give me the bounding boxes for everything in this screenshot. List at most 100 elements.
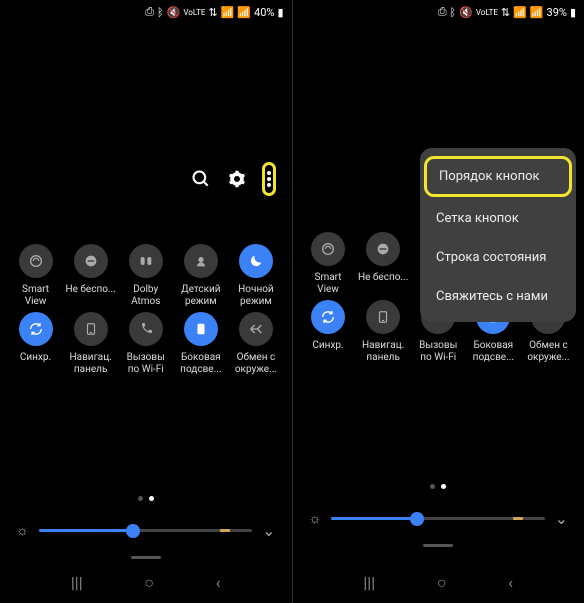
tile-label: Навигац. панель [65, 352, 116, 376]
recent-button[interactable]: ||| [71, 573, 83, 593]
wifi-icon: ⇅ [208, 6, 217, 19]
tile-label: Вызовы по Wi-Fi [413, 340, 464, 364]
brightness-control: ☼ ⌄ [10, 521, 282, 540]
nav-bar: ||| ○ ‹ [0, 567, 292, 599]
nav-icon [366, 300, 400, 334]
tile-sync[interactable]: Синхр. [10, 312, 61, 376]
dnd-icon [366, 232, 400, 266]
page-dot-active [149, 496, 154, 501]
tile-label: Синхр. [312, 340, 343, 352]
tile-nav[interactable]: Навигац. панель [358, 300, 409, 364]
tile-dnd[interactable]: Не беспо... [65, 244, 116, 308]
mute-icon: 🔇 [167, 6, 181, 19]
phone-left: ⎙ ᛒ 🔇 VoLTE ⇅ 📶 📶 40% ▮ Smart Vie [0, 0, 292, 603]
tile-kids[interactable]: Детский режим [175, 244, 226, 308]
status-icons: ⎙ ᛒ 🔇 VoLTE ⇅ 📶 📶 40% ▮ [145, 5, 283, 19]
cast-icon [311, 232, 345, 266]
recent-button[interactable]: ||| [363, 573, 375, 593]
signal-icon: 📶 [221, 6, 235, 19]
signal-icon: 📶 [237, 6, 251, 19]
chevron-down-icon[interactable]: ⌄ [555, 509, 568, 528]
bluetooth-icon: ᛒ [157, 6, 164, 19]
search-icon[interactable] [190, 168, 212, 190]
home-button[interactable]: ○ [144, 573, 154, 593]
menu-item-1[interactable]: Сетка кнопок [420, 199, 576, 238]
phone-right: ⎙ ᛒ 🔇 VoLTE ⇅ 📶 📶 39% ▮ Smart View Не бес… [293, 0, 584, 603]
tile-cast[interactable]: Smart View [303, 232, 354, 296]
page-dot [138, 496, 143, 501]
dnd-icon [74, 244, 108, 278]
brightness-icon: ☼ [309, 510, 322, 527]
volte-icon: VoLTE [183, 8, 205, 17]
battery-icon: ▮ [570, 6, 576, 19]
tile-label: Не беспо... [358, 272, 408, 284]
tile-dolby[interactable]: Dolby Atmos [120, 244, 171, 308]
cast-icon: ⎙ [438, 5, 447, 19]
tile-label: Ночной режим [230, 284, 281, 308]
tile-label: Боковая подсве... [468, 340, 519, 364]
tile-sync[interactable]: Синхр. [303, 300, 354, 364]
home-button[interactable]: ○ [437, 573, 447, 593]
drag-handle[interactable] [423, 544, 453, 547]
nav-bar: ||| ○ ‹ [293, 567, 584, 599]
battery-text: 39% [547, 6, 567, 19]
menu-item-0[interactable]: Порядок кнопок [424, 156, 572, 197]
kids-icon [184, 244, 218, 278]
wifi-call-icon [129, 312, 163, 346]
page-indicator [303, 484, 575, 489]
tile-cast[interactable]: Smart View [10, 244, 61, 308]
battery-text: 40% [254, 6, 274, 19]
tile-nav[interactable]: Навигац. панель [65, 312, 116, 376]
page-dot-active [441, 484, 446, 489]
tile-label: Smart View [10, 284, 61, 308]
signal-icon: 📶 [513, 6, 527, 19]
tiles-grid: Smart View Не беспо... Dolby AtmosДетский … [10, 244, 282, 376]
overflow-menu: Порядок кнопокСетка кнопокСтрока состоян… [420, 148, 576, 322]
chevron-down-icon[interactable]: ⌄ [262, 521, 275, 540]
status-icons: ⎙ ᛒ 🔇 VoLTE ⇅ 📶 📶 39% ▮ [438, 5, 576, 19]
tile-label: Детский режим [175, 284, 226, 308]
share-icon [239, 312, 273, 346]
tile-edge[interactable]: Боковая подсве... [175, 312, 226, 376]
battery-icon: ▮ [277, 6, 283, 19]
page-dot [430, 484, 435, 489]
gear-icon[interactable] [226, 168, 248, 190]
tile-label: Обмен с окруже... [230, 352, 281, 376]
nav-icon [74, 312, 108, 346]
tile-wifi-call[interactable]: Вызовы по Wi-Fi [120, 312, 171, 376]
tile-share[interactable]: Обмен с окруже... [230, 312, 281, 376]
tile-label: Синхр. [20, 352, 51, 364]
back-button[interactable]: ‹ [216, 573, 221, 593]
mute-icon: 🔇 [459, 6, 473, 19]
cast-icon: ⎙ [145, 5, 154, 19]
signal-icon: 📶 [530, 6, 544, 19]
tile-moon[interactable]: Ночной режим [230, 244, 281, 308]
menu-item-3[interactable]: Свяжитесь с нами [420, 277, 576, 316]
toolbar [10, 162, 276, 196]
moon-icon [239, 244, 273, 278]
sync-icon [19, 312, 53, 346]
more-icon [267, 171, 271, 187]
status-bar: ⎙ ᛒ 🔇 VoLTE ⇅ 📶 📶 39% ▮ [293, 0, 584, 24]
brightness-control: ☼ ⌄ [303, 509, 575, 528]
tile-label: Smart View [303, 272, 354, 296]
brightness-slider[interactable] [331, 517, 544, 520]
tile-label: Навигац. панель [358, 340, 409, 364]
brightness-slider[interactable] [39, 529, 252, 532]
sync-icon [311, 300, 345, 334]
brightness-icon: ☼ [16, 522, 29, 539]
edge-icon [184, 312, 218, 346]
back-button[interactable]: ‹ [508, 573, 513, 593]
tile-label: Обмен с окруже... [523, 340, 574, 364]
tile-dnd[interactable]: Не беспо... [358, 232, 409, 296]
bluetooth-icon: ᛒ [450, 6, 457, 19]
tile-label: Dolby Atmos [120, 284, 171, 308]
more-button-highlighted[interactable] [262, 162, 276, 196]
tile-label: Вызовы по Wi-Fi [120, 352, 171, 376]
cast-icon [19, 244, 53, 278]
tile-label: Не беспо... [65, 284, 115, 296]
wifi-icon: ⇅ [501, 6, 510, 19]
page-indicator [10, 496, 282, 501]
menu-item-2[interactable]: Строка состояния [420, 238, 576, 277]
drag-handle[interactable] [131, 556, 161, 559]
